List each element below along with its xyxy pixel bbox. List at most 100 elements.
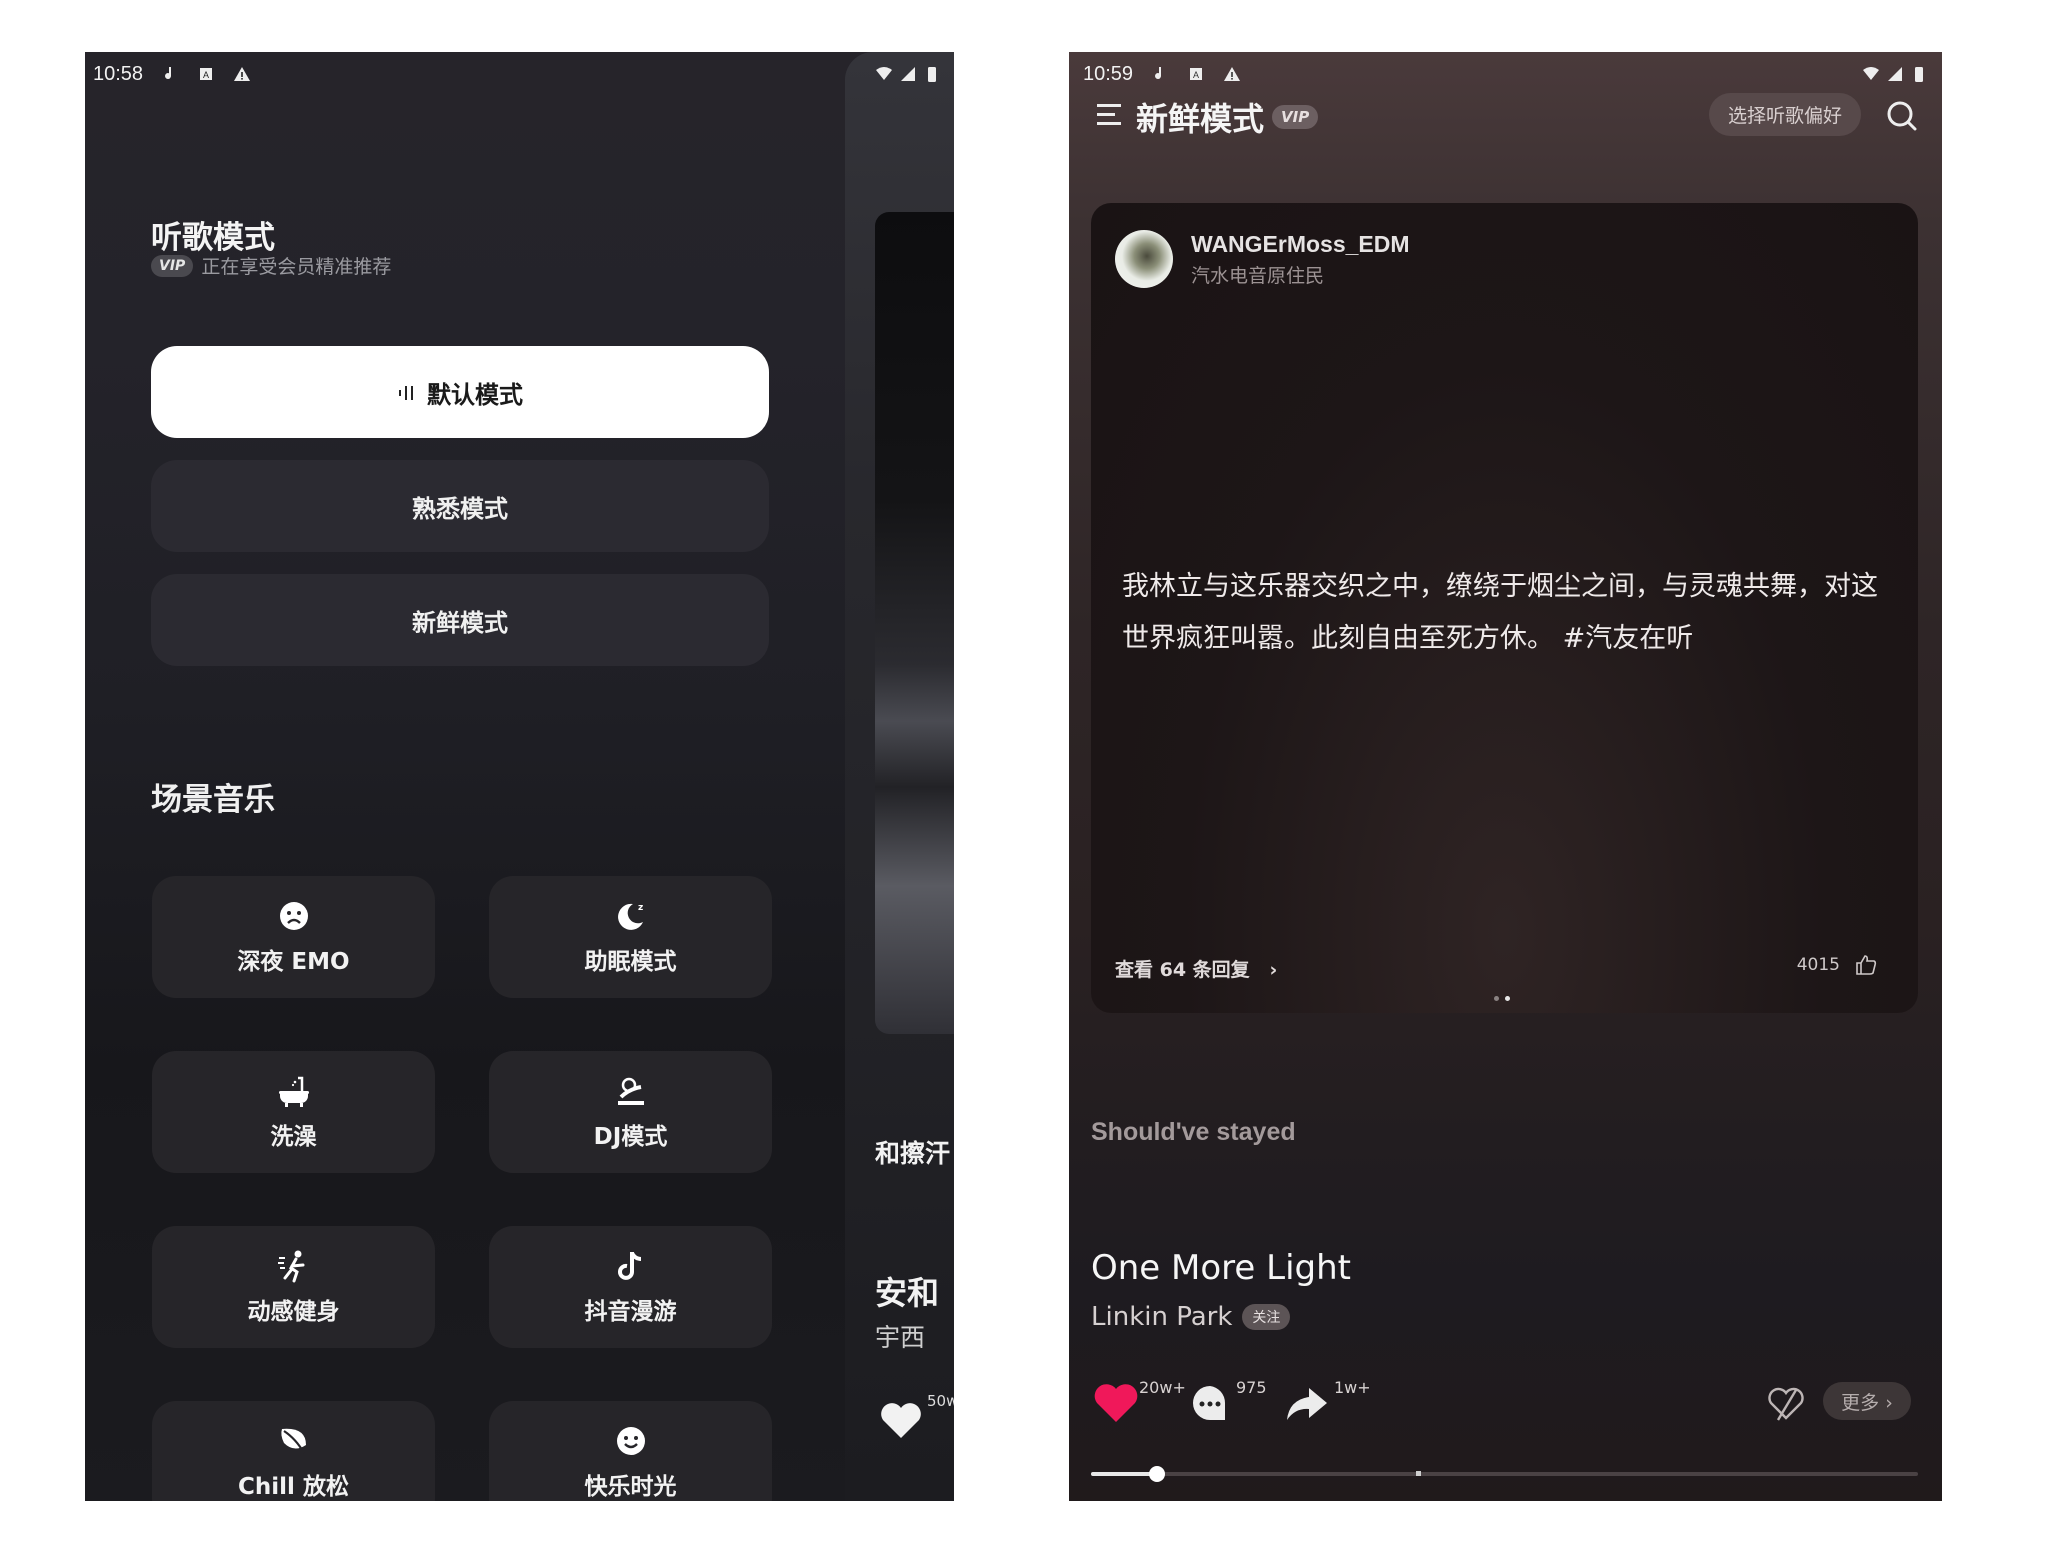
scene-tile-happy[interactable]: 快乐时光 — [489, 1401, 772, 1501]
dislike-heart-icon[interactable] — [1766, 1384, 1806, 1424]
music-note-icon — [165, 67, 172, 80]
scene-tile-bath[interactable]: 洗澡 — [152, 1051, 435, 1173]
scene-label: 深夜 EMO — [237, 949, 350, 975]
thumbs-up-icon — [1856, 955, 1877, 975]
progress-bar[interactable] — [1091, 1466, 1918, 1482]
wifi-icon — [876, 67, 892, 80]
wifi-icon — [1863, 67, 1879, 80]
progress-thumb[interactable] — [1149, 1466, 1166, 1482]
moon-sleep-icon: z — [617, 903, 643, 930]
mode-label: 默认模式 — [427, 380, 523, 409]
scene-music-title: 场景音乐 — [151, 782, 275, 818]
choose-preference-button[interactable]: 选择听歌偏好 — [1709, 93, 1861, 136]
scene-tile-dj[interactable]: DJ模式 — [489, 1051, 772, 1173]
vip-badge: VIP — [1272, 105, 1319, 129]
scene-label: 洗澡 — [270, 1124, 317, 1150]
heart-icon — [881, 1403, 921, 1438]
music-note-icon — [1155, 67, 1162, 80]
signal-icon — [901, 67, 915, 81]
svg-text:A: A — [1193, 70, 1199, 80]
comment-text: 我林立与这乐器交织之中，缭绕于烟尘之间，与灵魂共舞，对这世界疯狂叫嚣。此刻自由至… — [1122, 571, 1878, 654]
status-bar: 10:58 A — [93, 52, 251, 96]
bathtub-icon — [278, 1076, 309, 1107]
mode-familiar-button[interactable]: 熟悉模式 — [151, 460, 769, 552]
song-title[interactable]: One More Light — [1091, 1248, 1351, 1288]
svg-text:z: z — [638, 903, 643, 913]
progress-marker — [1415, 1471, 1421, 1476]
search-icon[interactable] — [1884, 98, 1920, 134]
peek-artist: 宇西 — [875, 1323, 926, 1352]
menu-icon[interactable] — [1095, 101, 1125, 129]
happy-face-icon — [616, 1427, 645, 1455]
author-subtitle: 汽水电音原住民 — [1191, 265, 1325, 287]
background-player-peek[interactable]: 和擦汗 安和 宇西 50w — [845, 52, 954, 1501]
like-heart-icon[interactable] — [1091, 1378, 1141, 1428]
vip-subtitle: 正在享受会员精准推荐 — [201, 256, 392, 278]
tiktok-note-icon — [617, 1252, 641, 1280]
share-arrow-icon[interactable] — [1281, 1378, 1331, 1428]
mode-default-button[interactable]: 默认模式 — [151, 346, 769, 438]
album-art-partial — [875, 212, 954, 1034]
right-phone-screen: 10:59 A 新鲜模式 VIP 选择听歌偏好 WANGErMoss_EDM 汽… — [1069, 52, 1942, 1501]
comment-card[interactable]: WANGErMoss_EDM 汽水电音原住民 我林立与这乐器交织之中，缭绕于烟尘… — [1091, 203, 1918, 1013]
left-phone-screen: 10:58 A 听歌模式 VIP 正在享受会员精准推荐 默认模式 熟悉模式 新鲜… — [85, 52, 954, 1501]
follow-button[interactable]: 关注 — [1242, 1304, 1291, 1330]
scene-label: 助眠模式 — [584, 949, 677, 975]
scene-label: DJ模式 — [593, 1124, 668, 1150]
author-name[interactable]: WANGErMoss_EDM — [1191, 231, 1410, 258]
page-title: 新鲜模式 VIP — [1136, 94, 1319, 140]
peek-song-title: 安和 — [875, 1274, 940, 1312]
comment-likes[interactable]: 4015 — [1797, 953, 1878, 977]
battery-icon — [928, 67, 936, 82]
dj-icon — [617, 1077, 644, 1105]
a-box-icon: A — [200, 68, 213, 80]
share-count: 1w+ — [1334, 1378, 1371, 1397]
mode-label: 熟悉模式 — [412, 494, 508, 523]
scene-label: 动感健身 — [247, 1299, 340, 1325]
svg-text:A: A — [203, 70, 209, 80]
scene-tile-late-night-emo[interactable]: 深夜 EMO — [152, 876, 435, 998]
peek-like-count: 50w — [927, 1392, 954, 1410]
status-bar-right-icons — [1862, 52, 1928, 96]
author-avatar[interactable] — [1115, 230, 1173, 288]
comment-bubble-icon[interactable] — [1185, 1378, 1235, 1428]
running-icon — [277, 1250, 304, 1283]
like-count: 20w+ — [1139, 1378, 1186, 1397]
sad-face-icon — [279, 902, 308, 930]
warning-icon — [1224, 67, 1241, 81]
peek-lyric: 和擦汗 — [875, 1139, 951, 1168]
chevron-right-icon: › — [1256, 959, 1278, 981]
view-replies-link[interactable]: 查看 64 条回复 › — [1115, 955, 1277, 982]
leaf-icon — [280, 1428, 306, 1454]
status-time: 10:58 — [93, 62, 144, 85]
scene-label: 抖音漫游 — [584, 1299, 677, 1325]
progress-fill — [1091, 1472, 1158, 1476]
vip-badge: VIP — [151, 254, 194, 277]
status-bar-right-icons — [875, 52, 941, 96]
vip-status: VIP 正在享受会员精准推荐 — [151, 252, 391, 279]
mode-label: 新鲜模式 — [412, 608, 508, 637]
scene-tile-sleep[interactable]: z 助眠模式 — [489, 876, 772, 998]
mode-fresh-button[interactable]: 新鲜模式 — [151, 574, 769, 666]
status-time: 10:59 — [1083, 62, 1134, 85]
scene-label: Chill 放松 — [238, 1474, 349, 1500]
battery-icon — [1915, 67, 1923, 82]
drawer-title: 听歌模式 — [151, 220, 275, 256]
comment-count: 975 — [1236, 1378, 1267, 1397]
page-dot-active — [1505, 996, 1510, 1001]
page-dot — [1494, 996, 1499, 1001]
a-box-icon: A — [1190, 68, 1203, 80]
signal-icon — [1888, 67, 1902, 81]
artist-name[interactable]: Linkin Park — [1091, 1302, 1232, 1332]
scene-label: 快乐时光 — [584, 1474, 677, 1500]
more-button[interactable]: 更多 › — [1823, 1382, 1911, 1420]
scene-tile-fitness[interactable]: 动感健身 — [152, 1226, 435, 1348]
warning-icon — [234, 67, 251, 81]
mode-title: 新鲜模式 — [1136, 100, 1265, 138]
status-bar: 10:59 A — [1083, 52, 1241, 96]
scene-tile-chill[interactable]: Chill 放松 — [152, 1401, 435, 1501]
view-replies-label: 查看 64 条回复 — [1115, 959, 1250, 981]
scene-tile-tiktok[interactable]: 抖音漫游 — [489, 1226, 772, 1348]
equalizer-icon — [399, 386, 413, 400]
artist-row: Linkin Park 关注 — [1091, 1302, 1291, 1332]
